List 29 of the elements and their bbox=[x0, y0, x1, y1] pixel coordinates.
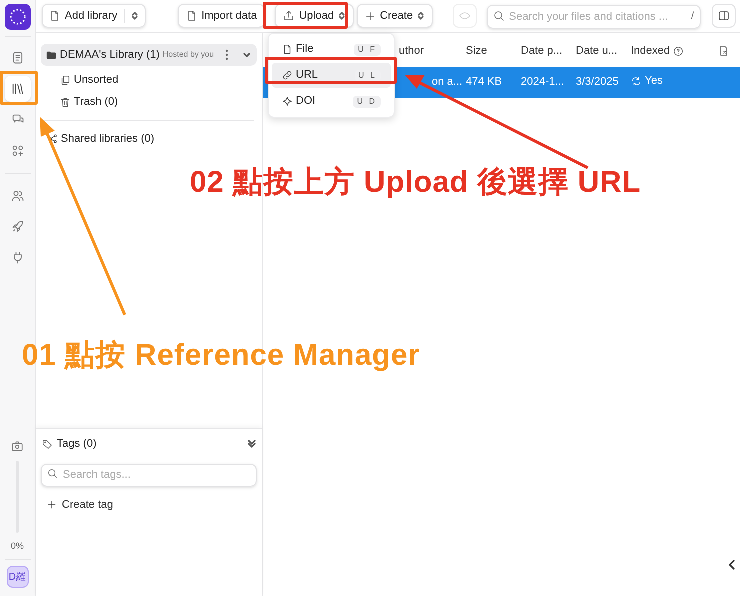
annotation-text: 01 點按 Reference Manager bbox=[22, 338, 420, 374]
column-header[interactable]: Size bbox=[466, 42, 488, 60]
table-cell-text: 3/3/2025 bbox=[576, 75, 619, 90]
table-cell-text: 2024-1... bbox=[521, 75, 564, 90]
library-item[interactable]: Unsorted bbox=[60, 71, 257, 89]
tags-title: Tags (0) bbox=[57, 436, 97, 452]
column-header[interactable]: Date p... bbox=[521, 42, 563, 60]
library-note: Hosted by you bbox=[162, 49, 214, 61]
column-header[interactable]: Indexed bbox=[631, 42, 670, 60]
import-data-button[interactable]: Import data bbox=[178, 4, 266, 28]
create-button[interactable]: Create bbox=[357, 4, 434, 28]
table-cell: Yes bbox=[631, 72, 663, 90]
user-avatar[interactable]: D羅 bbox=[6, 566, 28, 588]
column-header[interactable]: Date u... bbox=[576, 42, 618, 60]
table-cell-text: on a... bbox=[432, 75, 463, 90]
create-tag-button[interactable]: Create tag bbox=[47, 497, 114, 514]
annotation-text: 02 點按上方 Upload 後選擇 URL bbox=[190, 164, 642, 201]
library-name: DEMAA's Library (1) bbox=[60, 48, 160, 63]
usage-percent: 0% bbox=[10, 540, 24, 552]
library-header[interactable]: DEMAA's Library (1) Hosted by you bbox=[41, 44, 257, 66]
shortcut-keys: U D bbox=[353, 96, 381, 108]
shortcut-keys: U F bbox=[354, 44, 381, 56]
table-cell-text: 474 KB bbox=[466, 75, 502, 90]
column-header[interactable]: uthor bbox=[399, 42, 424, 60]
library-item[interactable]: Trash (0) bbox=[60, 93, 257, 111]
menu-item[interactable]: File U F bbox=[272, 37, 391, 62]
shortcut-key: / bbox=[691, 9, 694, 24]
shared-libraries-item[interactable]: Shared libraries (0) bbox=[41, 129, 257, 149]
tag-search-field[interactable]: Search tags... bbox=[41, 464, 257, 486]
